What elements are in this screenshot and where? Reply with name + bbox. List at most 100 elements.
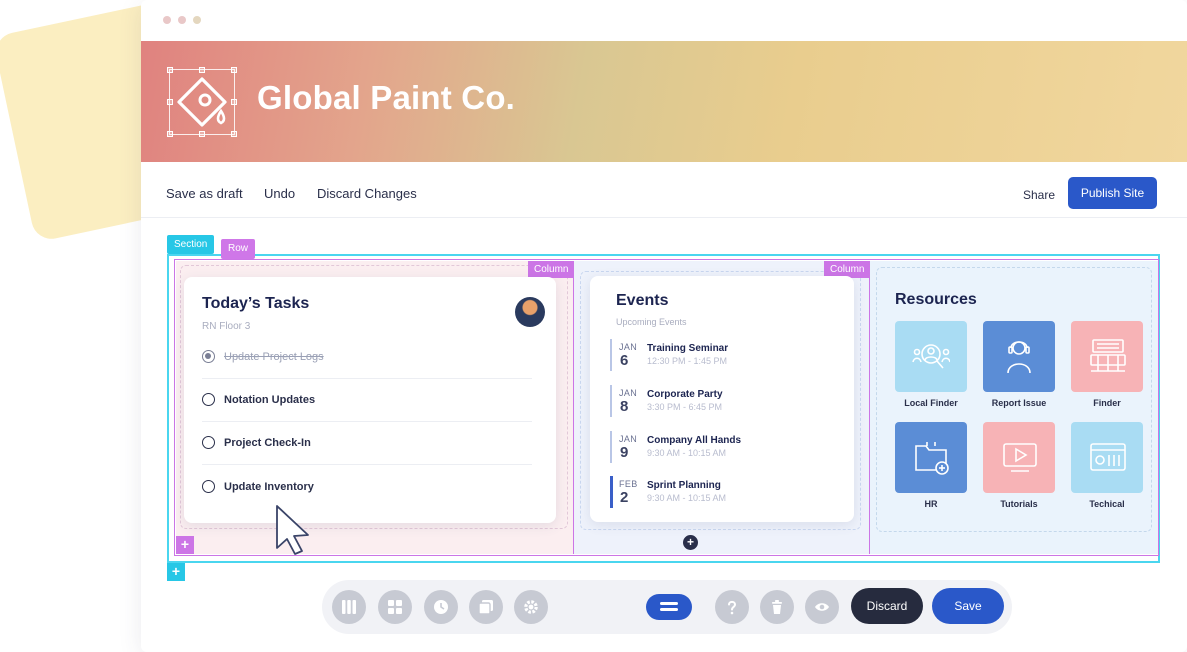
task-label: Notation Updates [224,394,316,406]
task-item[interactable]: Update Inventory [202,466,532,509]
resource-label: Finder [1093,398,1121,408]
mouse-cursor-icon [276,505,309,555]
event-name: Company All Hands [647,435,742,446]
delete-button[interactable] [760,590,794,624]
window-controls [163,16,201,24]
resource-tile-local-finder[interactable] [895,321,967,392]
event-month: JAN [619,434,638,444]
question-icon [728,600,737,615]
resource-tile-tutorials[interactable] [983,422,1055,493]
menu-button[interactable] [646,594,692,620]
resource-label: Report Issue [991,398,1047,408]
folder-add-icon [915,442,949,475]
events-title: Events [616,292,669,309]
avatar[interactable] [515,297,545,327]
eye-icon [815,603,829,611]
events-card: Events Upcoming Events JAN 6 Training Se… [590,276,854,522]
tasks-subtitle: RN Floor 3 [202,321,251,332]
resource-label: HR [924,499,938,509]
section-tag[interactable]: Section [167,235,215,254]
columns-button[interactable] [332,590,366,624]
grid-icon [388,600,402,614]
task-item[interactable]: Update Project Logs [202,336,532,379]
history-button[interactable] [424,590,458,624]
tasks-title: Today’s Tasks [202,295,310,312]
brand-banner: Global Paint Co. [141,41,1187,162]
discard-changes-link[interactable]: Discard Changes [317,186,417,201]
share-link[interactable]: Share [1023,188,1055,202]
event-time: 9:30 AM - 10:15 AM [647,448,727,458]
control-panel-icon [1090,443,1126,471]
task-checkbox[interactable] [202,393,215,406]
save-button[interactable]: Save [932,588,1004,624]
undo-link[interactable]: Undo [264,186,295,201]
grid-button[interactable] [378,590,412,624]
event-day: 2 [620,489,629,506]
task-checkbox[interactable] [202,436,215,449]
task-checkbox[interactable] [202,350,215,363]
task-label: Update Project Logs [224,351,324,363]
editor-window: Global Paint Co. Save as draft Undo Disc… [141,0,1187,652]
event-day: 9 [620,444,629,461]
task-item[interactable]: Notation Updates [202,379,532,422]
event-name: Corporate Party [647,389,723,400]
event-day: 8 [620,398,629,415]
event-name: Sprint Planning [647,480,721,491]
publish-site-button[interactable]: Publish Site [1068,177,1157,209]
resource-label: Local Finder [904,398,958,408]
event-name: Training Seminar [647,343,729,354]
page: Global Paint Co. Save as draft Undo Disc… [0,0,1187,652]
resource-tile-techical[interactable] [1071,422,1143,493]
resource-label: Tutorials [1000,499,1038,509]
maximize-dot[interactable] [193,16,201,24]
help-button[interactable] [715,590,749,624]
gear-icon [524,600,538,614]
event-month: JAN [619,388,638,398]
save-draft-link[interactable]: Save as draft [166,186,243,201]
add-block-button[interactable]: + [683,535,698,550]
column-tag-1[interactable]: Column [528,261,575,278]
editor-dock: Discard Save [322,580,1012,634]
layers-button[interactable] [469,590,503,624]
minimize-dot[interactable] [178,16,186,24]
resource-tile-hr[interactable] [895,422,967,493]
event-time: 3:30 PM - 6:45 PM [647,402,723,412]
event-item[interactable]: JAN 8 Corporate Party 3:30 PM - 6:45 PM [610,385,830,420]
add-row-button[interactable]: + [176,536,194,554]
resource-tile-finder[interactable] [1071,321,1143,392]
tasks-card: Today’s Tasks RN Floor 3 Update Project … [184,277,556,523]
event-item[interactable]: JAN 6 Training Seminar 12:30 PM - 1:45 P… [610,339,830,374]
event-time: 12:30 PM - 1:45 PM [647,356,728,366]
event-item[interactable]: FEB 2 Sprint Planning 9:30 AM - 10:15 AM [610,476,830,511]
video-play-icon [1003,443,1037,472]
editor-toolbar: Save as draft Undo Discard Changes Share… [141,162,1187,218]
add-section-button[interactable]: + [167,563,185,581]
paint-bucket-icon[interactable] [167,67,237,137]
building-icon [1090,339,1126,372]
task-item[interactable]: Project Check-In [202,422,532,465]
menu-icon [660,602,678,605]
task-label: Project Check-In [224,437,311,449]
brand-name: Global Paint Co. [257,79,516,116]
event-time: 9:30 AM - 10:15 AM [647,493,727,503]
resource-tile-report-issue[interactable] [983,321,1055,392]
settings-button[interactable] [514,590,548,624]
close-dot[interactable] [163,16,171,24]
trash-icon [772,600,782,614]
preview-button[interactable] [805,590,839,624]
event-item[interactable]: JAN 9 Company All Hands 9:30 AM - 10:15 … [610,431,830,466]
copy-icon [478,600,493,615]
row-tag[interactable]: Row [221,239,256,259]
columns-icon [342,600,356,614]
event-month: JAN [619,342,638,352]
task-label: Update Inventory [224,481,314,493]
resources-title: Resources [895,291,977,308]
event-day: 6 [620,352,629,369]
people-search-icon [912,344,950,369]
events-subtitle: Upcoming Events [616,317,687,327]
resource-label: Techical [1089,499,1125,509]
task-checkbox[interactable] [202,480,215,493]
event-month: FEB [619,479,638,489]
discard-button[interactable]: Discard [851,588,923,624]
clock-icon [434,600,448,614]
